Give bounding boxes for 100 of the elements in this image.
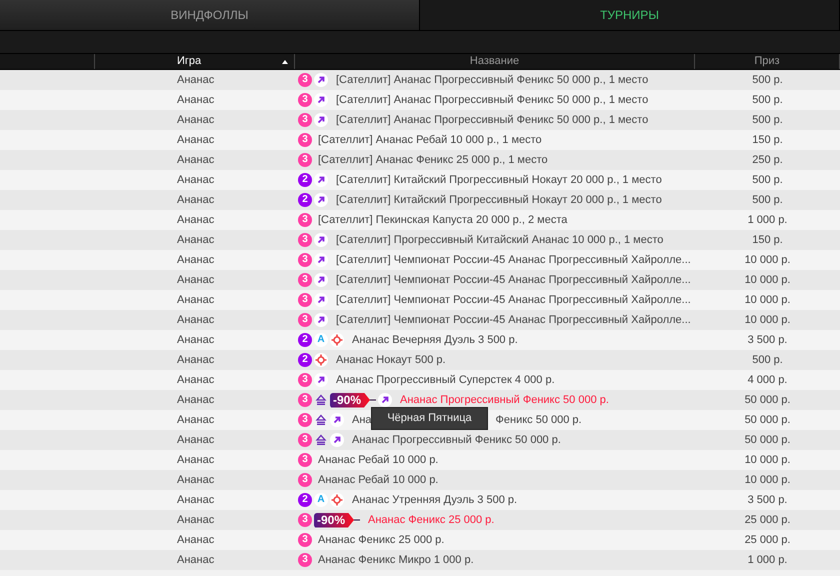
column-header[interactable]: Название <box>295 54 695 69</box>
tournament-name: Ананас Вечерняя Дуэль 3 500 р. <box>352 332 518 348</box>
letter-badge: A <box>314 333 328 347</box>
prize-cell-text: 1 000 р. <box>748 212 788 228</box>
tournament-name: Ананас Прогрессивный Суперстек 4 000 р. <box>336 372 555 388</box>
game-cell: Ананас <box>177 314 214 326</box>
discount-tag: -90% <box>330 392 370 408</box>
game-cell: Ананас <box>177 294 214 306</box>
game-cell: Ананас <box>177 454 214 466</box>
tournament-name: Ананас Прогрессивный Феникс 50 000 р. <box>400 392 609 408</box>
tournament-name: Ананас Нокаут 500 р. <box>336 352 446 368</box>
level-badge: 3 <box>298 233 312 247</box>
level-badge: 3 <box>298 313 312 327</box>
tournament-name: [Сателлит] Чемпионат России-45 Ананас Прогрессивный Хайролле... <box>336 292 691 308</box>
level-badge: 2 <box>298 353 312 367</box>
level-badge: 3 <box>298 473 312 487</box>
tournament-name: [Сателлит] Чемпионат России-45 Ананас Прогрессивный Хайролле... <box>336 252 691 268</box>
game-cell: Ананас <box>177 274 214 286</box>
prize-cell-text: 4 000 р. <box>748 372 788 388</box>
prize-cell-text: 250 р. <box>752 152 783 168</box>
level-badge: 3 <box>298 293 312 307</box>
game-cell: Ананас <box>177 154 214 166</box>
game-cell: Ананас <box>177 494 214 506</box>
tab[interactable]: ВИНДФОЛЛЫ <box>0 0 420 30</box>
prize-cell-text: 500 р. <box>752 352 783 368</box>
game-cell: Ананас <box>177 254 214 266</box>
tournament-name: Ана <box>352 412 372 428</box>
game-cell: Ананас <box>177 354 214 366</box>
prize-cell-text: 10 000 р. <box>744 452 790 468</box>
crosshair-icon <box>314 353 328 367</box>
game-cell: Ананас <box>177 134 214 146</box>
tournament-name: [Сателлит] Китайский Прогрессивный Нокаут 20 000 р., 1 место <box>336 172 662 188</box>
tab[interactable]: ТУРНИРЫ <box>420 0 840 30</box>
level-badge: 3 <box>298 553 312 567</box>
level-badge: 3 <box>298 373 312 387</box>
tournament-name: [Сателлит] Чемпионат России-45 Ананас Прогрессивный Хайролле... <box>336 312 691 328</box>
level-badge: 3 <box>298 273 312 287</box>
tournament-name: [Сателлит] Ананас Ребай 10 000 р., 1 место <box>318 132 542 148</box>
crosshair-icon <box>330 333 344 347</box>
level-badge: 3 <box>298 153 312 167</box>
level-badge: 3 <box>298 393 312 407</box>
prize-cell-text: 150 р. <box>752 232 783 248</box>
prize-cell-text: 500 р. <box>752 172 783 188</box>
eject-icon <box>314 393 328 407</box>
game-cell: Ананас <box>177 94 214 106</box>
tournament-name: [Сателлит] Чемпионат России-45 Ананас Прогрессивный Хайролле... <box>336 272 691 288</box>
prize-cell-text: 1 000 р. <box>748 552 788 568</box>
prize-cell-text: 10 000 р. <box>744 252 790 268</box>
eject-icon <box>314 413 328 427</box>
tournament-name: Ананас Феникс Микро 1 000 р. <box>318 552 474 568</box>
tournament-name: [Сателлит] Ананас Прогрессивный Феникс 50 000 р., 1 место <box>336 92 648 108</box>
game-cell: Ананас <box>177 334 214 346</box>
level-badge: 2 <box>298 493 312 507</box>
tournament-name: [Сателлит] Ананас Прогрессивный Феникс 50 000 р., 1 место <box>336 112 648 128</box>
prize-cell-text: 500 р. <box>752 112 783 128</box>
game-cell: Ананас <box>177 234 214 246</box>
prize-cell-text: 3 500 р. <box>748 332 788 348</box>
game-cell: Ананас <box>177 194 214 206</box>
level-badge: 2 <box>298 193 312 207</box>
prize-cell-text: 500 р. <box>752 72 783 88</box>
level-badge: 2 <box>298 173 312 187</box>
game-cell: Ананас <box>177 374 214 386</box>
level-badge: 3 <box>298 413 312 427</box>
tournament-name: Ананас Утренняя Дуэль 3 500 р. <box>352 492 518 508</box>
game-cell: Ананас <box>177 554 214 566</box>
tournament-name: [Сателлит] Ананас Прогрессивный Феникс 50 000 р., 1 место <box>336 72 648 88</box>
sort-arrow-icon <box>282 60 288 64</box>
game-cell: Ананас <box>177 214 214 226</box>
level-badge: 3 <box>298 453 312 467</box>
tournament-name: Ананас Ребай 10 000 р. <box>318 472 438 488</box>
level-badge: 3 <box>298 113 312 127</box>
tournament-name: [Сателлит] Ананас Феникс 25 000 р., 1 место <box>318 152 548 168</box>
tournament-name: Ананас Ребай 10 000 р. <box>318 452 438 468</box>
prize-cell-text: 3 500 р. <box>748 492 788 508</box>
game-cell: Ананас <box>177 434 214 446</box>
tooltip: Чёрная Пятница <box>371 407 488 430</box>
crosshair-icon <box>330 493 344 507</box>
level-badge: 3 <box>298 133 312 147</box>
game-cell: Ананас <box>177 474 214 486</box>
tournament-name: Ананас Феникс 25 000 р. <box>318 532 444 548</box>
discount-tag: -90% <box>314 512 354 528</box>
tournament-name: Ананас Феникс 25 000 р. <box>368 512 494 528</box>
game-cell: Ананас <box>177 534 214 546</box>
tournament-name: Ананас Прогрессивный Феникс 50 000 р. <box>352 432 561 448</box>
column-header[interactable]: Приз <box>695 54 840 69</box>
eject-icon <box>314 433 328 447</box>
game-cell: Ананас <box>177 174 214 186</box>
prize-cell-text: 50 000 р. <box>744 432 790 448</box>
prize-cell-text: 500 р. <box>752 192 783 208</box>
column-header[interactable]: Игра <box>95 54 295 69</box>
tournament-name: Феникс 50 000 р. <box>496 412 582 428</box>
level-badge: 3 <box>298 253 312 267</box>
prize-cell-text: 10 000 р. <box>744 472 790 488</box>
prize-cell-text: 10 000 р. <box>744 292 790 308</box>
level-badge: 3 <box>298 73 312 87</box>
level-badge: 3 <box>298 213 312 227</box>
prize-cell-text: 150 р. <box>752 132 783 148</box>
prize-cell-text: 10 000 р. <box>744 312 790 328</box>
prize-cell-text: 500 р. <box>752 92 783 108</box>
game-cell: Ананас <box>177 394 214 406</box>
